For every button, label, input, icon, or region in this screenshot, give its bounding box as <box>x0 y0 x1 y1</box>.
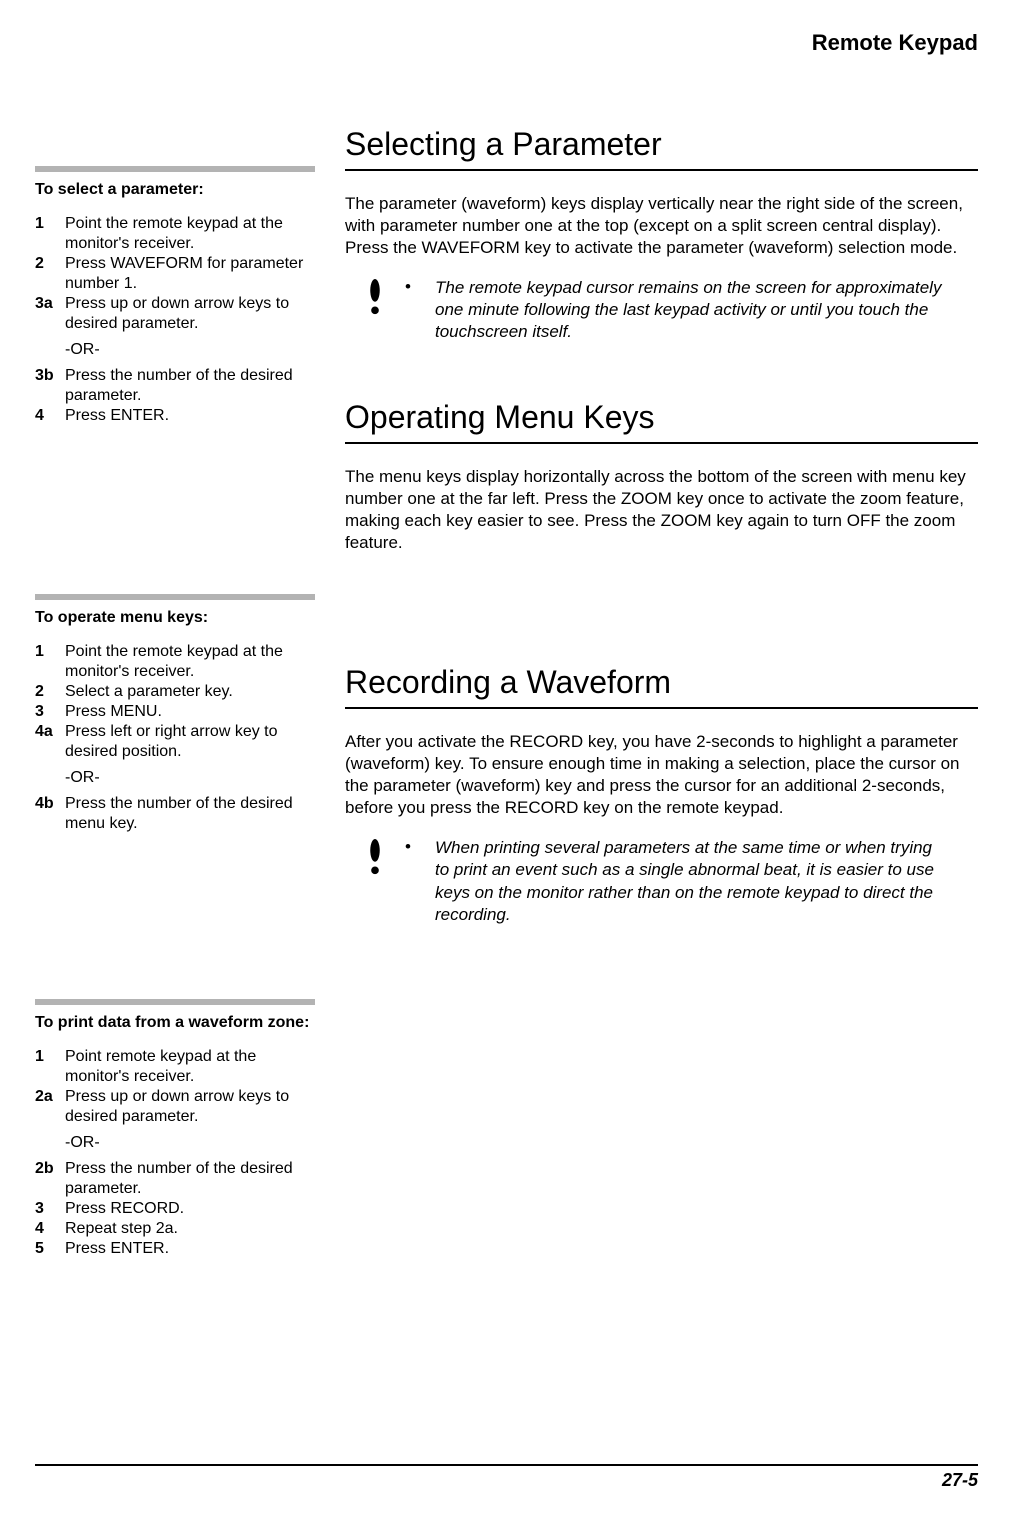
body-text: After you activate the RECORD key, you h… <box>345 731 978 819</box>
step-number: 3 <box>35 702 65 722</box>
step-number: 5 <box>35 1239 65 1259</box>
step-number: 4 <box>35 1219 65 1239</box>
footer-rule <box>35 1464 978 1466</box>
step-text: Press ENTER. <box>65 406 315 426</box>
step-number: 3 <box>35 1199 65 1219</box>
step-text: Point the remote keypad at the monitor's… <box>65 214 315 254</box>
list-item: 4Repeat step 2a. <box>35 1219 315 1239</box>
page-footer: 27-5 <box>35 1464 978 1491</box>
step-text: Press the number of the desired paramete… <box>65 366 315 406</box>
step-number: 4 <box>35 406 65 426</box>
sidebar-list: 1Point the remote keypad at the monitor'… <box>35 642 315 834</box>
step-text: Press left or right arrow key to desired… <box>65 722 315 762</box>
list-item: 4bPress the number of the desired menu k… <box>35 794 315 834</box>
note-callout: • When printing several parameters at th… <box>345 837 978 925</box>
sidebar-heading: To operate menu keys: <box>35 608 315 628</box>
step-number: 1 <box>35 1047 65 1087</box>
list-item: 2bPress the number of the desired parame… <box>35 1159 315 1199</box>
step-number: 2 <box>35 682 65 702</box>
step-text: Point the remote keypad at the monitor's… <box>65 642 315 682</box>
step-number: 3a <box>35 294 65 334</box>
exclamation-icon <box>345 277 405 317</box>
step-text: Press up or down arrow keys to desired p… <box>65 294 315 334</box>
title-rule <box>345 169 978 171</box>
body-text: The parameter (waveform) keys display ve… <box>345 193 978 259</box>
step-number: 2b <box>35 1159 65 1199</box>
section-title: Operating Menu Keys <box>345 399 978 436</box>
sidebar-heading: To select a parameter: <box>35 180 315 200</box>
step-text: Press RECORD. <box>65 1199 315 1219</box>
body-text: The menu keys display horizontally acros… <box>345 466 978 554</box>
list-item: 5Press ENTER. <box>35 1239 315 1259</box>
sidebar-divider <box>35 594 315 600</box>
step-text: Press the number of the desired menu key… <box>65 794 315 834</box>
section-recording-waveform: Recording a Waveform After you activate … <box>345 664 978 926</box>
section-selecting-parameter: Selecting a Parameter The parameter (wav… <box>345 126 978 344</box>
bullet-icon: • <box>405 837 435 857</box>
list-item: 4aPress left or right arrow key to desir… <box>35 722 315 762</box>
section-title: Recording a Waveform <box>345 664 978 701</box>
page-number: 27-5 <box>35 1470 978 1491</box>
list-item: 3Press MENU. <box>35 702 315 722</box>
step-text: Press up or down arrow keys to desired p… <box>65 1087 315 1127</box>
sidebar-list: 1Point remote keypad at the monitor's re… <box>35 1047 315 1259</box>
sidebar-heading: To print data from a waveform zone: <box>35 1013 315 1033</box>
list-item: 2Press WAVEFORM for parameter number 1. <box>35 254 315 294</box>
sidebar-block-select-parameter: To select a parameter: 1Point the remote… <box>35 166 315 426</box>
step-number: 4b <box>35 794 65 834</box>
sidebar-divider <box>35 999 315 1005</box>
list-item: 3Press RECORD. <box>35 1199 315 1219</box>
step-number: 4a <box>35 722 65 762</box>
sidebar-list: 1Point the remote keypad at the monitor'… <box>35 214 315 426</box>
sidebar-block-operate-menu-keys: To operate menu keys: 1Point the remote … <box>35 594 315 834</box>
list-item: 2aPress up or down arrow keys to desired… <box>35 1087 315 1127</box>
step-number: 2 <box>35 254 65 294</box>
exclamation-icon <box>345 837 405 877</box>
list-item: 4Press ENTER. <box>35 406 315 426</box>
list-item: 3aPress up or down arrow keys to desired… <box>35 294 315 334</box>
step-number: 1 <box>35 214 65 254</box>
title-rule <box>345 442 978 444</box>
section-title: Selecting a Parameter <box>345 126 978 163</box>
running-header: Remote Keypad <box>35 30 978 56</box>
step-text: Repeat step 2a. <box>65 1219 315 1239</box>
list-item: 1Point the remote keypad at the monitor'… <box>35 642 315 682</box>
list-item: 1Point the remote keypad at the monitor'… <box>35 214 315 254</box>
or-separator: -OR- <box>65 340 315 360</box>
step-number: 2a <box>35 1087 65 1127</box>
sidebar: To select a parameter: 1Point the remote… <box>35 126 315 1299</box>
sidebar-divider <box>35 166 315 172</box>
step-text: Press ENTER. <box>65 1239 315 1259</box>
step-text: Press WAVEFORM for parameter number 1. <box>65 254 315 294</box>
step-text: Point remote keypad at the monitor's rec… <box>65 1047 315 1087</box>
list-item: 3bPress the number of the desired parame… <box>35 366 315 406</box>
step-number: 3b <box>35 366 65 406</box>
or-separator: -OR- <box>65 768 315 788</box>
list-item: 2Select a parameter key. <box>35 682 315 702</box>
step-text: Select a parameter key. <box>65 682 315 702</box>
note-callout: • The remote keypad cursor remains on th… <box>345 277 978 343</box>
main-column: Selecting a Parameter The parameter (wav… <box>345 126 978 1299</box>
note-text: When printing several parameters at the … <box>435 837 978 925</box>
section-operating-menu-keys: Operating Menu Keys The menu keys displa… <box>345 399 978 554</box>
or-separator: -OR- <box>65 1133 315 1153</box>
sidebar-block-print-waveform: To print data from a waveform zone: 1Poi… <box>35 999 315 1259</box>
title-rule <box>345 707 978 709</box>
note-text: The remote keypad cursor remains on the … <box>435 277 978 343</box>
list-item: 1Point remote keypad at the monitor's re… <box>35 1047 315 1087</box>
step-text: Press MENU. <box>65 702 315 722</box>
step-number: 1 <box>35 642 65 682</box>
bullet-icon: • <box>405 277 435 297</box>
content-columns: To select a parameter: 1Point the remote… <box>35 126 978 1299</box>
step-text: Press the number of the desired paramete… <box>65 1159 315 1199</box>
